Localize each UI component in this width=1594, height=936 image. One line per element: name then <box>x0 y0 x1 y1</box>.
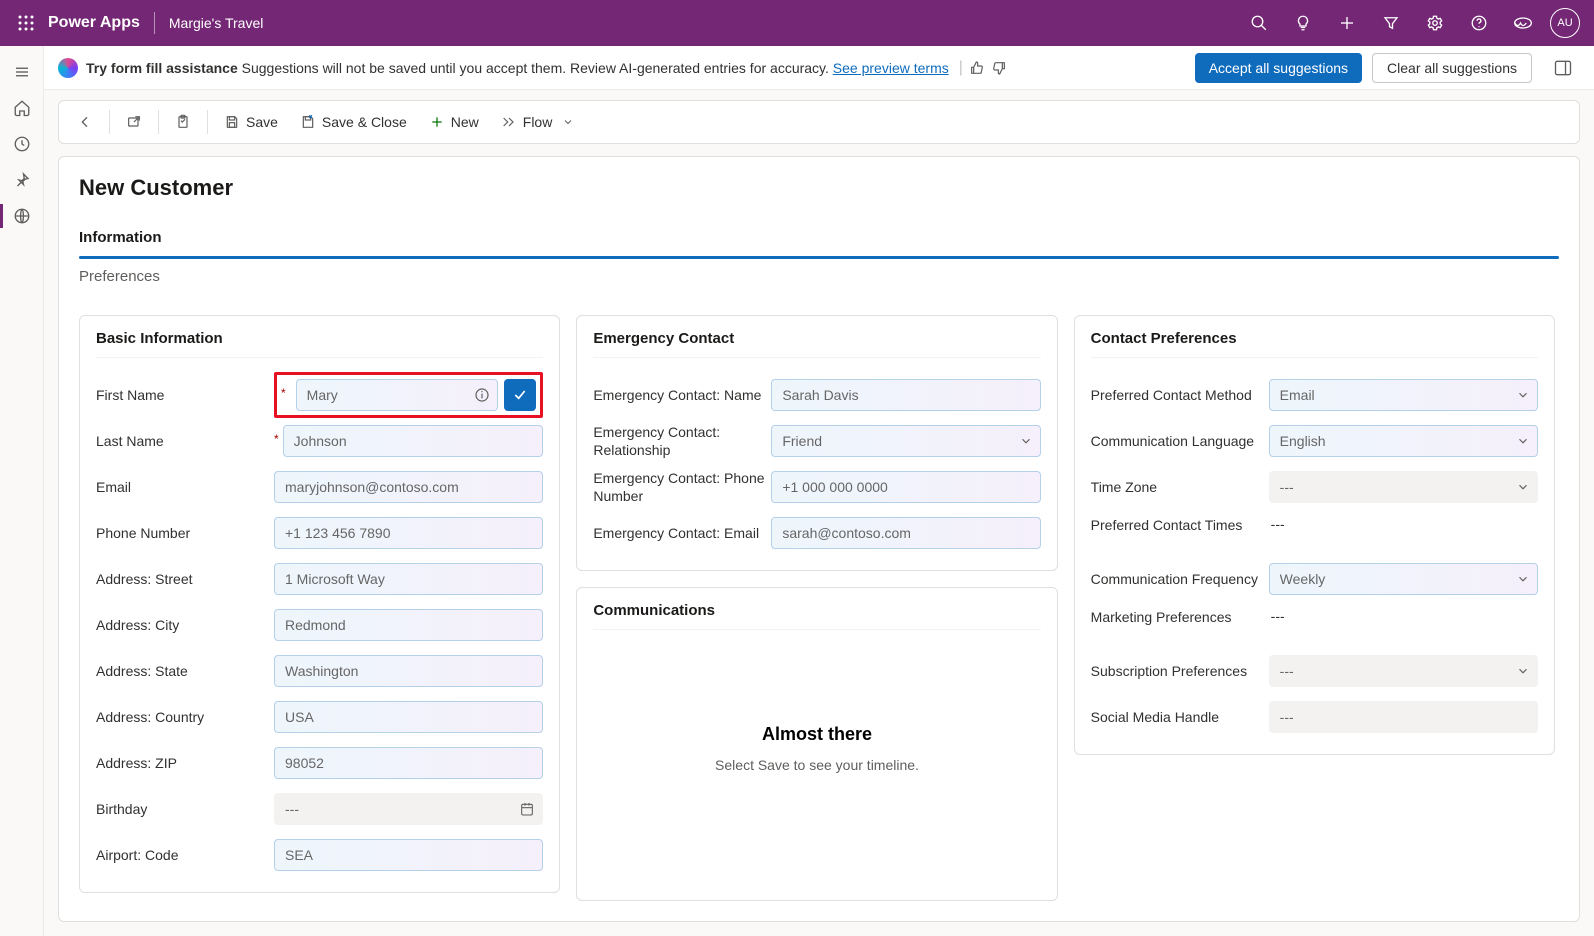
first-name-highlight: * <box>274 372 543 418</box>
field-label: Address: Street <box>96 570 274 588</box>
left-nav-rail <box>0 46 44 936</box>
mixed-reality-icon[interactable] <box>1502 0 1544 46</box>
record-form: New Customer Information Preferences Bas… <box>58 156 1580 922</box>
field-label: Email <box>96 478 274 496</box>
field-label: Communication Frequency <box>1091 570 1269 588</box>
recent-icon[interactable] <box>0 126 44 162</box>
header-divider <box>154 12 155 34</box>
suggestion-infobar: Try form fill assistance Suggestions wil… <box>44 46 1594 90</box>
last-name-input[interactable] <box>283 425 544 457</box>
city-input[interactable] <box>274 609 543 641</box>
flow-button[interactable]: Flow <box>491 100 585 144</box>
state-input[interactable] <box>274 655 543 687</box>
menu-toggle-icon[interactable] <box>0 54 44 90</box>
section-title: Contact Preferences <box>1091 330 1538 358</box>
field-label: Social Media Handle <box>1091 708 1269 726</box>
section-title: Communications <box>593 602 1040 630</box>
subscription-select[interactable] <box>1269 655 1538 687</box>
thumbs-up-icon[interactable] <box>969 60 985 76</box>
help-icon[interactable] <box>1458 0 1500 46</box>
field-label: Phone Number <box>96 524 274 542</box>
settings-icon[interactable] <box>1414 0 1456 46</box>
section-title: Basic Information <box>96 330 543 358</box>
section-title: Emergency Contact <box>593 330 1040 358</box>
field-label: Address: ZIP <box>96 754 274 772</box>
globe-icon[interactable] <box>0 198 44 234</box>
new-button[interactable]: New <box>419 100 489 144</box>
airport-input[interactable] <box>274 839 543 871</box>
field-label: Subscription Preferences <box>1091 662 1269 680</box>
marketing-value[interactable]: --- <box>1269 608 1538 624</box>
section-communications: Communications Almost there Select Save … <box>576 587 1057 901</box>
ec-relationship-select[interactable] <box>771 425 1040 457</box>
email-input[interactable] <box>274 471 543 503</box>
clear-all-button[interactable]: Clear all suggestions <box>1372 53 1532 83</box>
country-input[interactable] <box>274 701 543 733</box>
global-header: Power Apps Margie's Travel AU <box>0 0 1594 46</box>
field-label: Address: Country <box>96 708 274 726</box>
home-icon[interactable] <box>0 90 44 126</box>
field-label: Birthday <box>96 800 274 818</box>
phone-input[interactable] <box>274 517 543 549</box>
lightbulb-icon[interactable] <box>1282 0 1324 46</box>
page-title: New Customer <box>79 175 1559 201</box>
thumbs-down-icon[interactable] <box>991 60 1007 76</box>
info-icon[interactable] <box>474 387 490 403</box>
field-label: Emergency Contact: Email <box>593 524 771 542</box>
field-label: Preferred Contact Method <box>1091 386 1269 404</box>
open-in-new-button[interactable] <box>116 100 152 144</box>
section-contact-prefs: Contact Preferences Preferred Contact Me… <box>1074 315 1555 755</box>
filter-icon[interactable] <box>1370 0 1412 46</box>
field-label: Emergency Contact: Name <box>593 386 771 404</box>
field-label: Address: City <box>96 616 274 634</box>
save-close-button[interactable]: Save & Close <box>290 100 417 144</box>
field-label: Preferred Contact Times <box>1091 516 1269 534</box>
user-avatar[interactable]: AU <box>1550 8 1580 38</box>
product-name: Power Apps <box>48 14 140 32</box>
clipboard-button[interactable] <box>165 100 201 144</box>
field-label: Time Zone <box>1091 478 1269 496</box>
frequency-select[interactable] <box>1269 563 1538 595</box>
contact-times-value[interactable]: --- <box>1269 516 1538 532</box>
contact-method-select[interactable] <box>1269 379 1538 411</box>
search-icon[interactable] <box>1238 0 1280 46</box>
field-label: Address: State <box>96 662 274 680</box>
add-icon[interactable] <box>1326 0 1368 46</box>
form-tabs: Information Preferences <box>79 219 1559 297</box>
timezone-select[interactable] <box>1269 471 1538 503</box>
zip-input[interactable] <box>274 747 543 779</box>
command-bar: Save Save & Close New Flow <box>58 100 1580 144</box>
ec-email-input[interactable] <box>771 517 1040 549</box>
infobar-text: Try form fill assistance Suggestions wil… <box>86 60 949 76</box>
field-label: Emergency Contact: Phone Number <box>593 469 771 505</box>
social-input[interactable] <box>1269 701 1538 733</box>
field-label: Airport: Code <box>96 846 274 864</box>
language-select[interactable] <box>1269 425 1538 457</box>
back-button[interactable] <box>67 100 103 144</box>
accept-suggestion-button[interactable] <box>504 379 536 411</box>
tab-preferences[interactable]: Preferences <box>79 258 1559 297</box>
copilot-panel-icon[interactable] <box>1546 58 1580 78</box>
environment-name[interactable]: Margie's Travel <box>169 15 263 31</box>
save-button[interactable]: Save <box>214 100 288 144</box>
preview-terms-link[interactable]: See preview terms <box>833 60 949 76</box>
field-label: Marketing Preferences <box>1091 608 1269 626</box>
ec-name-input[interactable] <box>771 379 1040 411</box>
field-label: Last Name <box>96 432 274 450</box>
tab-information[interactable]: Information <box>79 219 1559 258</box>
field-label: First Name <box>96 386 274 404</box>
street-input[interactable] <box>274 563 543 595</box>
field-label: Communication Language <box>1091 432 1269 450</box>
pin-icon[interactable] <box>0 162 44 198</box>
section-basic-info: Basic Information First Name * <box>79 315 560 893</box>
accept-all-button[interactable]: Accept all suggestions <box>1195 53 1362 83</box>
app-launcher-icon[interactable] <box>10 7 42 39</box>
birthday-input[interactable] <box>274 793 543 825</box>
first-name-input[interactable] <box>296 379 499 411</box>
copilot-icon <box>58 58 78 78</box>
section-emergency: Emergency Contact Emergency Contact: Nam… <box>576 315 1057 571</box>
ec-phone-input[interactable] <box>771 471 1040 503</box>
field-label: Emergency Contact: Relationship <box>593 423 771 459</box>
timeline-empty-state: Almost there Select Save to see your tim… <box>593 644 1040 813</box>
